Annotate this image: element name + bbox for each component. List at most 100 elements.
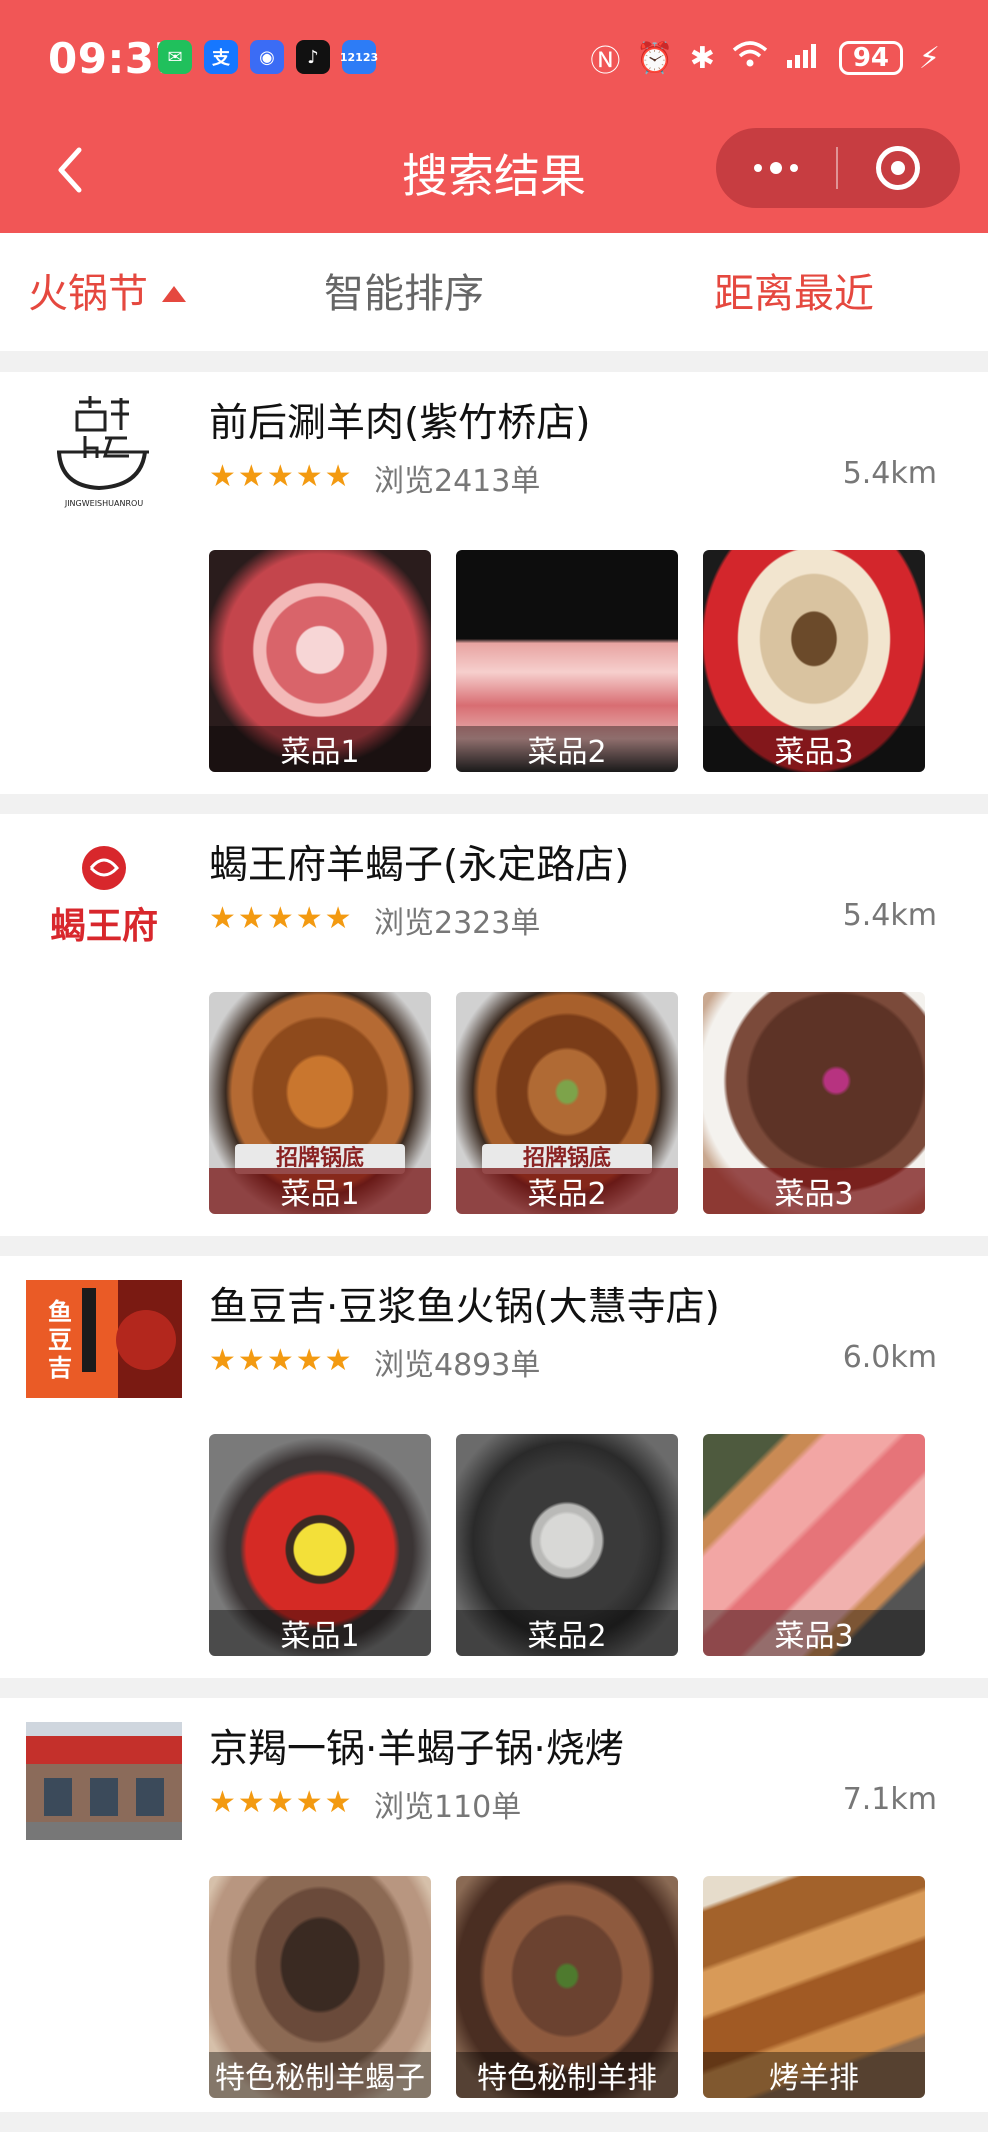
dish-thumbnail[interactable]: 菜品2 [456,1434,678,1656]
dish-label: 特色秘制羊蝎子 [209,2052,431,2098]
restaurant-card[interactable]: 蝎王府 蝎王府羊蝎子(永定路店) ★ ★ ★ ★ ★ 浏览2323单 5.4km 招牌锅… [0,814,988,1236]
restaurant-name: 京羯一锅·羊蝎子锅·烧烤 [209,1727,624,1772]
svg-text:豆: 豆 [48,1325,72,1354]
view-count: 浏览110单 [374,1790,522,1825]
distance-filter[interactable]: 距离最近 [714,261,874,319]
svg-text:鱼: 鱼 [48,1297,72,1326]
header-bar: 09:37 ✉ 支 ◉ ♪ 12123 Ⓝ ⏰ ✱ 94 ⚡ 搜索结果 [0,0,988,233]
signal-icon [785,40,823,76]
star-icon: ★ [237,1343,265,1378]
dish-label: 菜品3 [703,726,925,772]
miniprogram-capsule [716,128,960,208]
rating-stars: ★ ★ ★ ★ ★ [209,1788,352,1818]
dish-label: 菜品1 [209,1610,431,1656]
dish-thumbnail[interactable]: 招牌锅底 菜品2 [456,992,678,1214]
bluetooth-icon: ✱ [689,40,715,76]
dish-label: 菜品2 [456,726,678,772]
star-icon: ★ [295,459,323,494]
more-button[interactable] [716,128,836,208]
battery-icon: 94 [838,41,903,75]
star-icon: ★ [295,1785,323,1820]
system-icons: Ⓝ ⏰ ✱ 94 ⚡ [590,36,940,80]
svg-text:JINGWEISHUANROU: JINGWEISHUANROU [64,499,143,508]
star-icon: ★ [266,1343,294,1378]
star-icon: ★ [237,901,265,936]
qianhou-logo: JINGWEISHUANROU [26,396,182,514]
view-count: 浏览2413单 [374,464,541,499]
star-icon: ★ [209,1785,236,1820]
close-miniprogram-button[interactable] [838,128,958,208]
star-icon: ★ [324,1785,352,1820]
more-dot-right [790,164,798,172]
distance: 5.4km [842,456,937,491]
voice-app-icon: ◉ [250,40,284,74]
target-icon [876,146,920,190]
yudouji-logo: 鱼 豆 吉 [26,1280,182,1398]
filter-bar: 火锅节 智能排序 距离最近 [0,233,988,351]
view-count: 浏览2323单 [374,906,541,941]
dish-thumbnail[interactable]: 特色秘制羊排 [456,1876,678,2098]
rating-stars: ★ ★ ★ ★ ★ [209,904,352,934]
dish-thumbnail[interactable]: 菜品3 [703,992,925,1214]
dish-thumbnail[interactable]: 菜品1 [209,1434,431,1656]
alarm-icon: ⏰ [636,40,674,76]
charging-icon: ⚡ [918,40,940,76]
alipay-icon: 支 [204,40,238,74]
dish-thumbnail[interactable]: 烤羊排 [703,1876,925,2098]
restaurant-name: 鱼豆吉·豆浆鱼火锅(大慧寺店) [209,1285,720,1330]
star-icon: ★ [266,901,294,936]
more-dot-center [770,162,782,174]
rating-stars: ★ ★ ★ ★ ★ [209,462,352,492]
star-icon: ★ [209,901,236,936]
dish-thumbnail[interactable]: 菜品3 [703,1434,925,1656]
dish-thumbnail[interactable]: 特色秘制羊蝎子 [209,1876,431,2098]
star-icon: ★ [324,459,352,494]
dish-label: 菜品3 [703,1610,925,1656]
svg-text:蝎王府: 蝎王府 [50,905,158,947]
dish-label: 菜品3 [703,1168,925,1214]
dish-label: 烤羊排 [703,2052,925,2098]
restaurant-name: 蝎王府羊蝎子(永定路店) [209,843,630,888]
status-bar: 09:37 ✉ 支 ◉ ♪ 12123 Ⓝ ⏰ ✱ 94 ⚡ [0,0,988,110]
storefront-photo [26,1722,182,1840]
view-count: 浏览4893单 [374,1348,541,1383]
rating-stars: ★ ★ ★ ★ ★ [209,1346,352,1376]
nfc-icon: Ⓝ [590,44,621,79]
star-icon: ★ [237,1785,265,1820]
star-icon: ★ [295,1343,323,1378]
nav-bar: 搜索结果 [0,120,988,220]
more-dots-icon [754,164,762,172]
dish-gallery: 菜品1 菜品2 菜品3 [209,550,925,772]
dish-gallery: 菜品1 菜品2 菜品3 [209,1434,925,1656]
dish-label: 菜品1 [209,1168,431,1214]
restaurant-name: 前后涮羊肉(紫竹桥店) [209,401,591,446]
dish-label: 菜品1 [209,726,431,772]
sort-filter[interactable]: 智能排序 [324,261,484,319]
star-icon: ★ [266,1785,294,1820]
category-filter[interactable]: 火锅节 [28,261,186,319]
notification-icons: ✉ 支 ◉ ♪ 12123 [158,40,378,74]
star-icon: ★ [237,459,265,494]
list-bottom-gap [0,2112,988,2132]
dish-gallery: 招牌锅底 菜品1 招牌锅底 菜品2 菜品3 [209,992,925,1214]
wifi-icon [731,39,769,77]
dish-label: 菜品2 [456,1168,678,1214]
star-icon: ★ [209,459,236,494]
distance: 5.4km [842,898,937,933]
restaurant-card[interactable]: JINGWEISHUANROU 前后涮羊肉(紫竹桥店) ★ ★ ★ ★ ★ 浏览2413… [0,372,988,794]
star-icon: ★ [324,901,352,936]
dish-thumbnail[interactable]: 菜品2 [456,550,678,772]
dish-thumbnail[interactable]: 招牌锅底 菜品1 [209,992,431,1214]
dish-gallery: 特色秘制羊蝎子 特色秘制羊排 烤羊排 [209,1876,925,2098]
star-icon: ★ [295,901,323,936]
wechat-icon: ✉ [158,40,192,74]
tiktok-icon: ♪ [296,40,330,74]
xiewangfu-logo: 蝎王府 [26,838,182,956]
restaurant-card[interactable]: 鱼 豆 吉 鱼豆吉·豆浆鱼火锅(大慧寺店) ★ ★ ★ ★ ★ 浏览4893单 6.0k… [0,1256,988,1678]
star-icon: ★ [324,1343,352,1378]
svg-text:吉: 吉 [48,1353,72,1382]
distance: 7.1km [842,1782,937,1817]
dish-thumbnail[interactable]: 菜品1 [209,550,431,772]
restaurant-card[interactable]: 京羯一锅·羊蝎子锅·烧烤 ★ ★ ★ ★ ★ 浏览110单 7.1km 特色秘制羊蝎子 … [0,1698,988,2120]
dish-thumbnail[interactable]: 菜品3 [703,550,925,772]
